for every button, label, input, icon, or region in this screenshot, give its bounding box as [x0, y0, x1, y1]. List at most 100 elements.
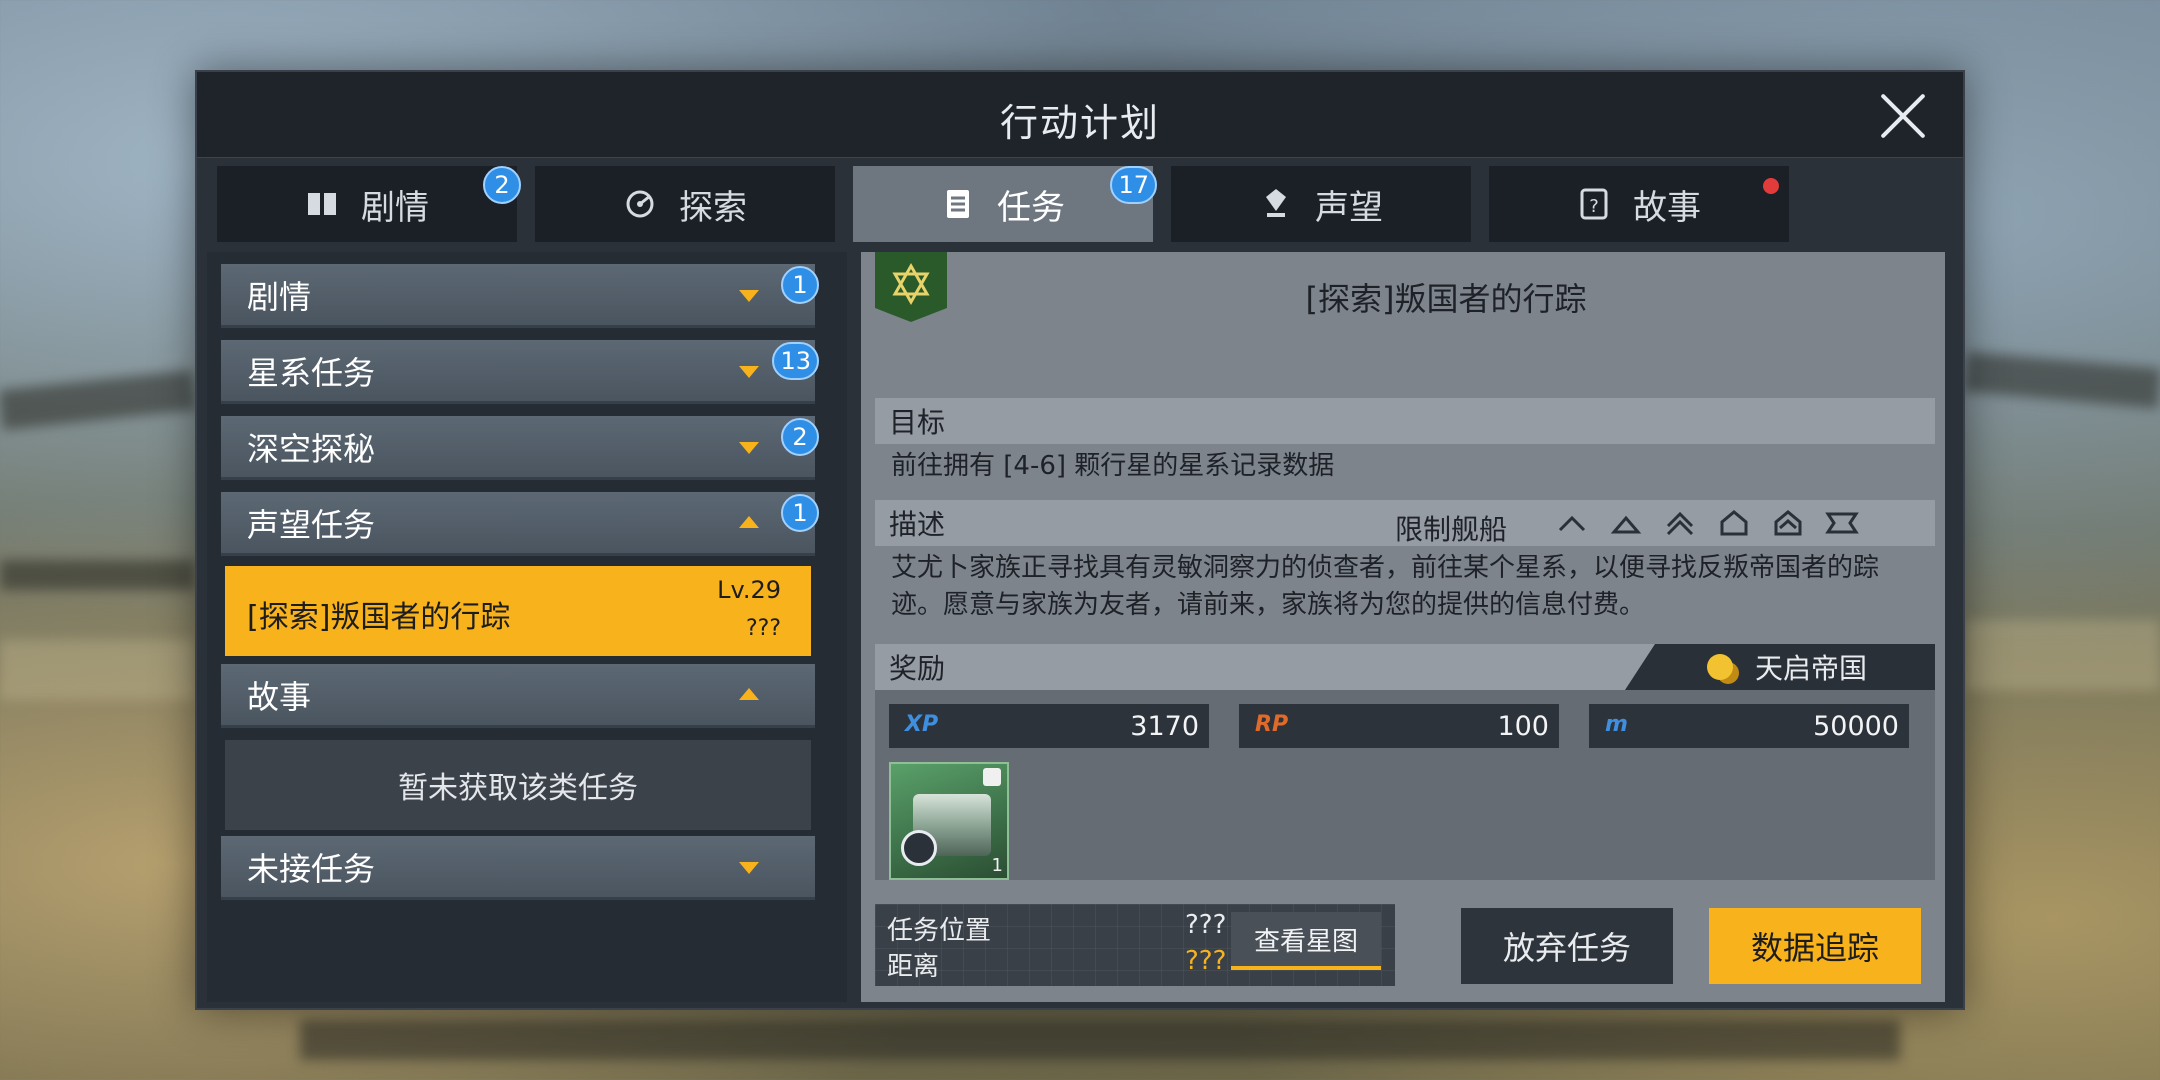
ship-class-2-icon[interactable] — [1609, 508, 1643, 538]
module-chip-icon — [901, 830, 937, 866]
reward-item-slot[interactable]: 1 — [889, 762, 1009, 880]
category-badge: 13 — [772, 342, 819, 380]
reward-currency: m 50000 — [1589, 704, 1909, 748]
item-count: 1 — [991, 855, 1003, 876]
category-label: 声望任务 — [247, 505, 376, 544]
ship-limit-label: 限制舰船 — [1395, 513, 1508, 546]
book-icon — [308, 193, 336, 215]
svg-text:?: ? — [1589, 196, 1599, 217]
story-empty-message: 暂未获取该类任务 — [225, 740, 811, 830]
tab-badge: 2 — [483, 166, 521, 204]
faction-name: 天启帝国 — [1755, 652, 1868, 685]
tab-badge: 17 — [1110, 166, 1157, 204]
background-strut — [1965, 620, 2160, 690]
faction-icon — [1707, 654, 1733, 680]
tab-explore[interactable]: 探索 — [535, 166, 835, 242]
quest-detail-panel: [探索]叛国者的行踪 目标 前往拥有 [4-6] 颗行星的星系记录数据 描述 限… — [861, 252, 1945, 1002]
description-text: 艾尤卜家族正寻找具有灵敏洞察力的侦查者，前往某个星系，以便寻找反叛帝国者的踪迹。… — [891, 553, 1880, 620]
faction-tag: 天启帝国 — [1625, 644, 1935, 690]
faction-emblem-icon — [875, 252, 947, 322]
category-badge: 1 — [781, 494, 819, 532]
chevron-down-icon — [739, 366, 759, 378]
action-plan-panel: 行动计划 剧情 2 探索 任务 17 声望 ? 故事 剧情 1 星系任务 13 — [195, 70, 1965, 1010]
category-label: 故事 — [247, 677, 312, 716]
category-badge: 2 — [781, 418, 819, 456]
chevron-down-icon — [739, 862, 759, 874]
background-strut — [300, 1020, 1900, 1060]
reward-value: 3170 — [1130, 711, 1199, 742]
goal-label: 目标 — [889, 406, 946, 439]
location-label: 任务位置 — [887, 916, 992, 946]
ship-class-6-icon[interactable] — [1825, 508, 1859, 538]
tab-missions[interactable]: 任务 17 — [853, 166, 1157, 242]
panel-title: 行动计划 — [999, 101, 1160, 145]
tab-label: 剧情 — [361, 187, 429, 228]
ship-class-5-icon[interactable] — [1771, 508, 1805, 538]
category-unaccepted[interactable]: 未接任务 — [221, 836, 815, 900]
chevron-up-icon — [739, 516, 759, 528]
tab-label: 任务 — [997, 187, 1065, 228]
reward-header: 奖励 天启帝国 — [875, 644, 1935, 690]
panel-header: 行动计划 — [197, 72, 1963, 158]
abandon-quest-button[interactable]: 放弃任务 — [1461, 908, 1673, 984]
category-galaxy[interactable]: 星系任务 13 — [221, 340, 819, 404]
data-track-button[interactable]: 数据追踪 — [1709, 908, 1921, 984]
ship-class-1-icon[interactable] — [1555, 508, 1589, 538]
goal-header: 目标 — [875, 398, 1935, 444]
location-value: ??? — [1185, 910, 1227, 940]
ship-class-3-icon[interactable] — [1663, 508, 1697, 538]
category-reputation[interactable]: 声望任务 1 — [221, 492, 819, 556]
ship-class-icons — [1555, 508, 1859, 538]
category-story[interactable]: 故事 — [221, 664, 815, 728]
mission-location-box: 任务位置 距离 ??? ??? 查看星图 — [875, 904, 1395, 986]
tab-reputation[interactable]: 声望 — [1171, 166, 1471, 242]
tab-story[interactable]: ? 故事 — [1489, 166, 1789, 242]
reward-rp: RP 100 — [1239, 704, 1559, 748]
category-label: 星系任务 — [247, 353, 376, 392]
quest-subtext: ??? — [745, 616, 781, 641]
xp-icon: XP — [905, 712, 939, 737]
category-badge: 1 — [781, 266, 819, 304]
reward-xp: XP 3170 — [889, 704, 1209, 748]
tab-label: 故事 — [1633, 187, 1701, 228]
tab-label: 声望 — [1315, 187, 1383, 228]
radar-icon — [626, 190, 654, 218]
chevron-down-icon — [739, 290, 759, 302]
background-strut — [0, 369, 197, 431]
question-tablet-icon: ? — [1580, 188, 1608, 220]
reward-area: XP 3170 RP 100 m 50000 1 — [875, 690, 1935, 880]
quest-name: [探索]叛国者的行踪 — [247, 600, 511, 635]
quest-title: [探索]叛国者的行踪 — [1305, 280, 1587, 318]
tab-plot[interactable]: 剧情 2 — [217, 166, 521, 242]
ship-class-4-icon[interactable] — [1717, 508, 1751, 538]
background-strut — [0, 640, 195, 700]
background-strut — [1963, 351, 2160, 409]
distance-value: ??? — [1185, 946, 1227, 976]
distance-label: 距离 — [887, 952, 940, 982]
quest-level: Lv.29 — [717, 576, 781, 604]
description-label: 描述 — [889, 508, 946, 541]
goal-text: 前往拥有 [4-6] 颗行星的星系记录数据 — [891, 451, 1335, 481]
category-deepspace[interactable]: 深空探秘 2 — [221, 416, 819, 480]
reward-value: 50000 — [1813, 711, 1899, 742]
lock-icon — [983, 768, 1001, 786]
currency-icon: m — [1605, 712, 1628, 737]
description-header: 描述 限制舰船 — [875, 500, 1935, 546]
chevron-down-icon — [739, 442, 759, 454]
category-plot[interactable]: 剧情 1 — [221, 264, 819, 328]
mission-category-list: 剧情 1 星系任务 13 深空探秘 2 声望任务 1 [探索]叛国者的行踪 Lv… — [207, 252, 847, 1002]
clipboard-icon — [947, 190, 969, 218]
medal-icon — [1266, 189, 1286, 217]
category-label: 未接任务 — [247, 849, 376, 888]
rp-icon: RP — [1255, 712, 1289, 737]
chevron-up-icon — [739, 688, 759, 700]
category-label: 深空探秘 — [247, 429, 376, 468]
reward-label: 奖励 — [889, 652, 946, 685]
view-starmap-button[interactable]: 查看星图 — [1231, 912, 1381, 970]
background-strut — [0, 560, 195, 590]
close-button[interactable] — [1877, 90, 1929, 142]
reward-value: 100 — [1497, 711, 1549, 742]
quest-item-selected[interactable]: [探索]叛国者的行踪 Lv.29 ??? — [225, 566, 811, 656]
category-label: 剧情 — [247, 277, 312, 316]
notification-dot — [1763, 178, 1779, 194]
